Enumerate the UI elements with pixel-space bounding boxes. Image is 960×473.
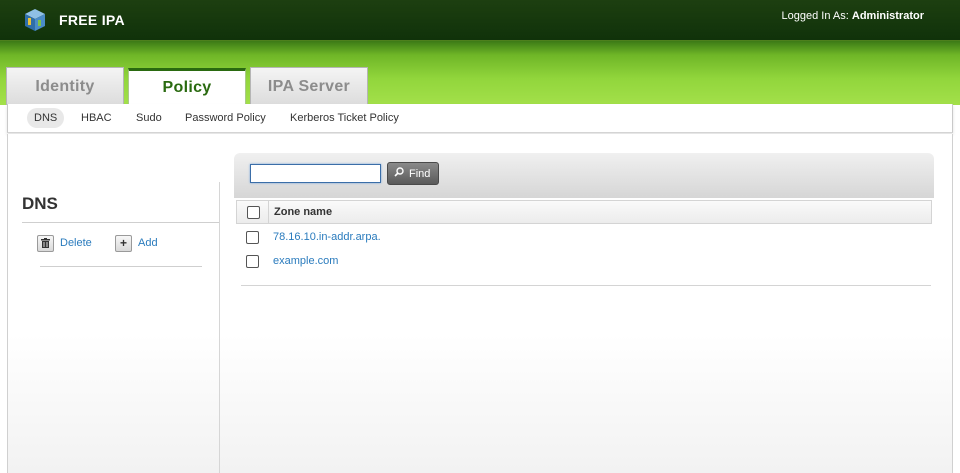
trash-icon xyxy=(37,234,54,252)
page-title: DNS xyxy=(22,194,58,213)
zone-link[interactable]: example.com xyxy=(273,255,338,267)
magnifier-icon xyxy=(394,167,404,180)
add-label: Add xyxy=(138,237,158,249)
subnav-item-dns[interactable]: DNS xyxy=(27,108,65,128)
table-bottom-border xyxy=(241,285,931,286)
zone-link[interactable]: 78.16.10.in-addr.arpa. xyxy=(273,231,381,243)
delete-label: Delete xyxy=(60,237,92,249)
top-header: FREE IPA Logged In As: Administrator xyxy=(0,0,960,41)
find-button[interactable]: Find xyxy=(387,162,439,185)
logged-in-label: Logged In As: xyxy=(781,10,849,22)
subnav-item-hbac[interactable]: HBAC xyxy=(74,108,119,128)
delete-button[interactable]: Delete xyxy=(37,234,92,252)
column-separator xyxy=(268,201,269,223)
plus-icon: + xyxy=(115,234,132,252)
subnav-item-sudo[interactable]: Sudo xyxy=(129,108,169,128)
tab-policy[interactable]: Policy xyxy=(128,68,246,105)
title-divider xyxy=(22,222,219,223)
logged-in-user: Administrator xyxy=(851,10,924,22)
row-checkbox[interactable] xyxy=(246,255,259,268)
brand-title: FREE IPA xyxy=(59,12,125,28)
logged-in-status: Logged In As: Administrator xyxy=(782,10,924,22)
sub-navigation: DNS HBAC Sudo Password Policy Kerberos T… xyxy=(7,104,953,133)
tab-identity[interactable]: Identity xyxy=(6,67,124,105)
search-input[interactable] xyxy=(250,164,381,183)
add-button[interactable]: + Add xyxy=(115,234,158,252)
find-label: Find xyxy=(409,167,431,180)
actions-divider xyxy=(40,266,202,267)
table-header xyxy=(236,200,932,224)
subnav-item-password-policy[interactable]: Password Policy xyxy=(178,108,273,128)
tab-ipa-server[interactable]: IPA Server xyxy=(250,67,368,105)
left-panel-divider xyxy=(219,182,220,473)
freeipa-logo-icon xyxy=(25,9,45,31)
column-header-zone-name[interactable]: Zone name xyxy=(274,206,332,218)
select-all-checkbox[interactable] xyxy=(247,206,260,219)
subnav-item-kerberos-ticket-policy[interactable]: Kerberos Ticket Policy xyxy=(283,108,406,128)
row-checkbox[interactable] xyxy=(246,231,259,244)
